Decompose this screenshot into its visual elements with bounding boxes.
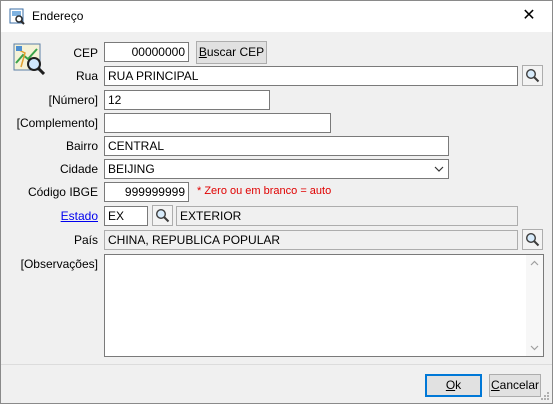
estado-uf-field[interactable]: EX xyxy=(104,206,148,226)
pais-lookup-button[interactable] xyxy=(522,229,543,250)
address-book-icon xyxy=(9,8,25,25)
cidade-select[interactable]: BEIJING xyxy=(104,159,449,179)
bairro-label: Bairro xyxy=(65,139,98,153)
cidade-value: BEIJING xyxy=(108,162,155,176)
complemento-field[interactable] xyxy=(104,113,331,133)
chevron-down-icon xyxy=(530,345,539,351)
cep-field[interactable]: 00000000 xyxy=(104,42,189,62)
observacoes-textarea[interactable] xyxy=(104,254,544,357)
observacoes-scrollbar[interactable] xyxy=(526,255,543,356)
estado-link[interactable]: Estado xyxy=(3,209,98,223)
buscar-cep-button[interactable]: Buscar CEP xyxy=(196,41,267,64)
codigo-ibge-label: Código IBGE xyxy=(27,185,98,199)
codigo-ibge-field[interactable]: 999999999 xyxy=(104,182,189,202)
rua-lookup-button[interactable] xyxy=(522,65,543,86)
pais-field: CHINA, REPUBLICA POPULAR xyxy=(104,230,518,250)
bairro-field[interactable]: CENTRAL xyxy=(104,136,449,156)
footer-divider xyxy=(1,364,552,365)
close-button[interactable]: ✕ xyxy=(506,1,552,32)
rua-label: Rua xyxy=(75,69,98,83)
complemento-label: [Complemento] xyxy=(16,116,98,130)
cep-label: CEP xyxy=(73,46,98,60)
search-magnifier-icon xyxy=(155,208,170,223)
pais-label: País xyxy=(73,233,98,247)
observacoes-label: [Observações] xyxy=(20,257,98,271)
window-title: Endereço xyxy=(32,9,84,23)
cidade-label: Cidade xyxy=(59,162,98,176)
ok-button[interactable]: Ok xyxy=(425,374,482,397)
search-magnifier-icon xyxy=(525,68,540,83)
search-magnifier-icon xyxy=(525,232,540,247)
estado-nome-field: EXTERIOR xyxy=(176,206,518,226)
close-icon: ✕ xyxy=(522,7,536,24)
chevron-up-icon xyxy=(530,260,539,266)
resize-grip-icon[interactable] xyxy=(540,391,550,401)
estado-lookup-button[interactable] xyxy=(152,205,173,226)
ibge-hint: * Zero ou em branco = auto xyxy=(197,185,332,197)
title-bar: Endereço ✕ xyxy=(1,1,552,32)
cancelar-button[interactable]: Cancelar xyxy=(489,374,541,397)
address-dialog: Endereço ✕ CEP 00000000 Buscar CEP Rua R… xyxy=(0,0,553,404)
chevron-down-icon xyxy=(434,166,444,172)
numero-label: [Número] xyxy=(48,93,98,107)
rua-field[interactable]: RUA PRINCIPAL xyxy=(104,66,518,86)
numero-field[interactable]: 12 xyxy=(104,90,270,110)
